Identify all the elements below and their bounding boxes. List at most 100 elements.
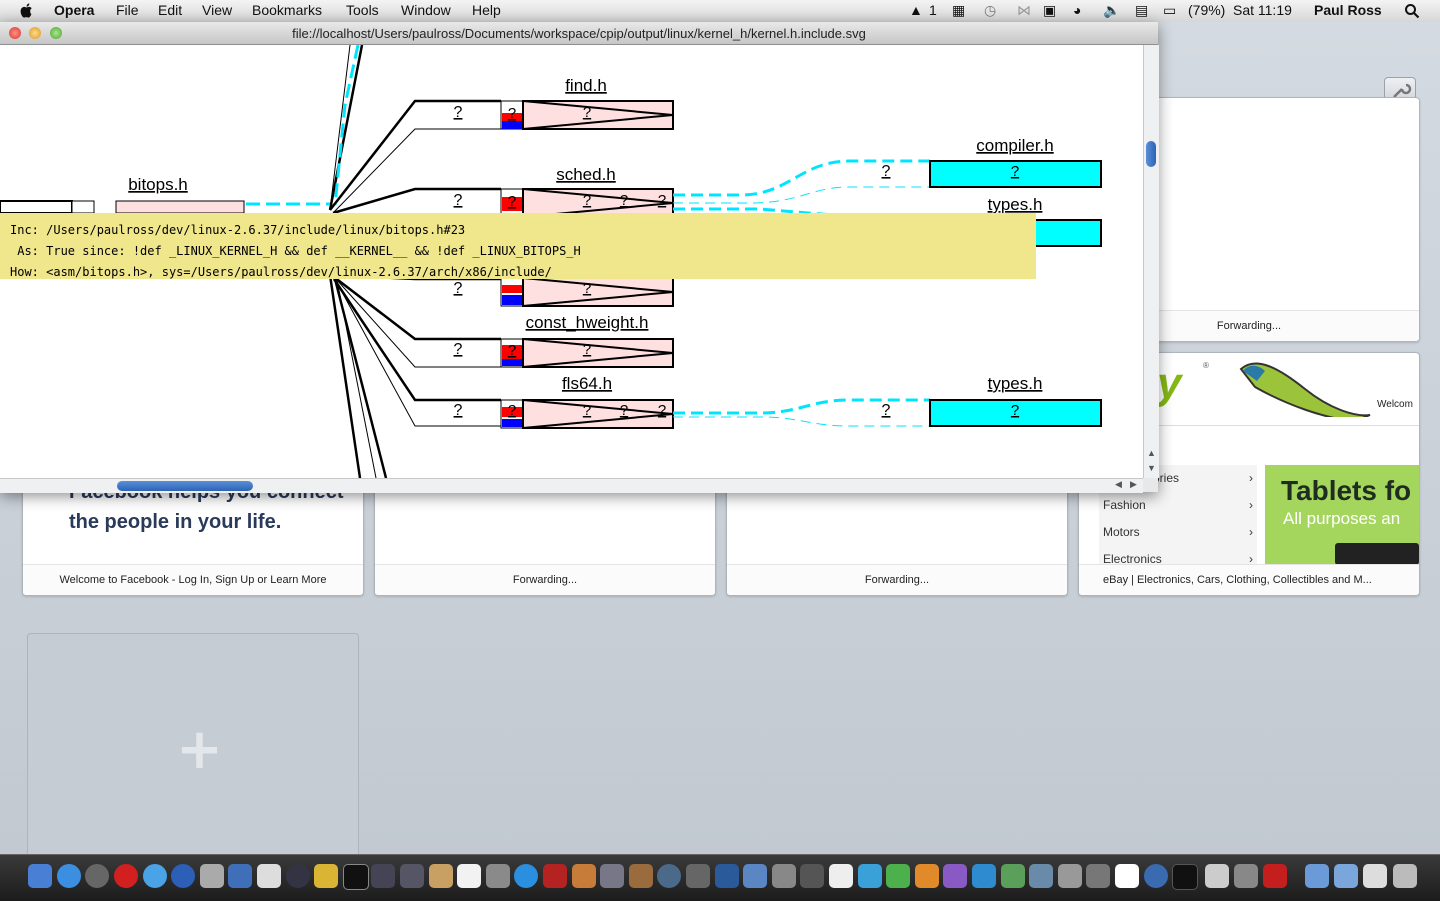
ebay-category-motors[interactable]: Motors <box>1103 525 1140 539</box>
calculator-icon[interactable] <box>200 864 224 888</box>
display-icon[interactable]: ▣ <box>1043 2 1056 19</box>
spotlight-search-icon[interactable] <box>1404 3 1420 19</box>
time-machine-icon[interactable]: ◷ <box>984 2 996 19</box>
node-box[interactable] <box>522 277 674 307</box>
document-icon[interactable] <box>829 864 853 888</box>
x11-icon[interactable] <box>1115 864 1139 888</box>
clock[interactable]: Sat 11:19 <box>1233 2 1292 18</box>
node-condition[interactable]: ? <box>658 192 666 209</box>
node-condition[interactable]: ? <box>583 402 591 419</box>
ebay-ad-banner[interactable]: Tablets fo All purposes an <box>1265 465 1419 565</box>
add-speed-dial-button[interactable]: + <box>27 633 359 867</box>
app-icon[interactable] <box>715 864 739 888</box>
app-icon[interactable] <box>400 864 424 888</box>
app-store-icon[interactable] <box>57 864 81 888</box>
app-icon[interactable] <box>915 864 939 888</box>
node-label-const-hweight[interactable]: const_hweight.h <box>526 313 649 332</box>
app-icon[interactable] <box>858 864 882 888</box>
node-label-fls64[interactable]: fls64.h <box>562 374 612 393</box>
app-icon[interactable] <box>1029 864 1053 888</box>
node-box-fls64[interactable] <box>522 399 674 429</box>
downloads-stack-icon[interactable] <box>1363 864 1387 888</box>
app-icon[interactable] <box>743 864 767 888</box>
app-icon[interactable] <box>543 864 567 888</box>
applications-folder-icon[interactable] <box>1305 864 1329 888</box>
menu-bookmarks[interactable]: Bookmarks <box>252 2 322 18</box>
node-condition[interactable]: ? <box>583 341 591 358</box>
user-name[interactable]: Paul Ross <box>1314 2 1382 18</box>
app-icon[interactable] <box>886 864 910 888</box>
input-source-icon[interactable]: ▲ <box>909 2 923 18</box>
volume-icon[interactable]: 🔈 <box>1103 2 1120 19</box>
node-label-find[interactable]: find.h <box>565 76 607 95</box>
app-icon[interactable] <box>1234 864 1258 888</box>
horizontal-scrollbar[interactable]: ◀ ▶ <box>0 478 1143 493</box>
horizontal-scroll-thumb[interactable] <box>117 481 253 491</box>
filezilla-icon[interactable] <box>1263 864 1287 888</box>
app-icon[interactable] <box>1058 864 1082 888</box>
node-condition[interactable]: ? <box>583 280 591 297</box>
menu-edit[interactable]: Edit <box>158 2 182 18</box>
node-box-find[interactable] <box>522 100 674 130</box>
scroll-right-arrow-icon[interactable]: ▶ <box>1130 479 1137 490</box>
trash-icon[interactable] <box>1393 864 1417 888</box>
node-condition[interactable]: ? <box>1011 163 1019 180</box>
iphoto-icon[interactable] <box>486 864 510 888</box>
node-label-types-2[interactable]: types.h <box>988 374 1043 393</box>
app-icon[interactable] <box>572 864 596 888</box>
app-icon[interactable] <box>1172 864 1198 890</box>
node-label-compiler[interactable]: compiler.h <box>976 136 1053 155</box>
title-bar[interactable]: file://localhost/Users/paulross/Document… <box>0 22 1158 45</box>
battery-icon[interactable]: ▭ <box>1163 2 1176 19</box>
firefox-icon[interactable] <box>171 864 195 888</box>
menu-view[interactable]: View <box>202 2 232 18</box>
edge-condition[interactable]: ? <box>882 163 891 180</box>
calendar-icon[interactable]: ▤ <box>1135 2 1148 19</box>
app-icon[interactable] <box>1001 864 1025 888</box>
app-icon[interactable] <box>1205 864 1229 888</box>
app-icon[interactable] <box>772 864 796 888</box>
node-condition[interactable]: ? <box>620 402 628 419</box>
scroll-up-arrow-icon[interactable]: ▲ <box>1147 448 1156 458</box>
time-machine-dock-icon[interactable] <box>657 864 681 888</box>
node-condition[interactable]: ? <box>583 104 591 121</box>
terminal-icon[interactable] <box>343 864 369 890</box>
node-box-const-hweight[interactable] <box>522 338 674 368</box>
spaces-number[interactable]: 1 <box>929 2 937 18</box>
apple-icon[interactable] <box>19 2 35 19</box>
menu-help[interactable]: Help <box>472 2 501 18</box>
edge-condition[interactable]: ? <box>454 402 463 419</box>
bbedit-icon[interactable] <box>286 864 310 888</box>
scroll-down-arrow-icon[interactable]: ▼ <box>1147 463 1156 473</box>
edge-condition[interactable]: ? <box>454 341 463 358</box>
kdiff3-icon[interactable] <box>257 864 281 888</box>
node-condition[interactable]: ? <box>620 192 628 209</box>
ical-icon[interactable] <box>457 864 481 888</box>
node-label-types[interactable]: types.h <box>988 195 1043 214</box>
app-menu-opera[interactable]: Opera <box>54 2 94 18</box>
safari-icon[interactable] <box>143 864 167 888</box>
resize-grip-icon[interactable] <box>1143 478 1158 492</box>
node-label-sched[interactable]: sched.h <box>556 165 616 184</box>
itunes-icon[interactable] <box>514 864 538 888</box>
documents-folder-icon[interactable] <box>1334 864 1358 888</box>
system-preferences-icon[interactable] <box>85 864 109 888</box>
node-condition[interactable]: ? <box>658 402 666 419</box>
edge-condition[interactable]: ? <box>454 280 463 297</box>
wifi-icon[interactable]: ◕ <box>1073 2 1081 18</box>
opera-icon[interactable] <box>114 864 138 888</box>
spaces-icon[interactable]: ▦ <box>952 2 965 19</box>
bluetooth-icon[interactable]: ⋈ <box>1017 2 1031 19</box>
node-condition[interactable]: ? <box>583 192 591 209</box>
edge-condition[interactable]: ? <box>454 192 463 209</box>
app-icon[interactable] <box>972 864 996 888</box>
menu-window[interactable]: Window <box>401 2 451 18</box>
edge-condition[interactable]: ? <box>454 104 463 121</box>
app-icon[interactable] <box>943 864 967 888</box>
app-icon[interactable] <box>314 864 338 888</box>
node-condition[interactable]: ? <box>1011 402 1019 419</box>
app-icon[interactable] <box>371 864 395 888</box>
finder-icon[interactable] <box>28 864 52 888</box>
address-book-icon[interactable] <box>429 864 453 888</box>
app-icon[interactable] <box>1086 864 1110 888</box>
